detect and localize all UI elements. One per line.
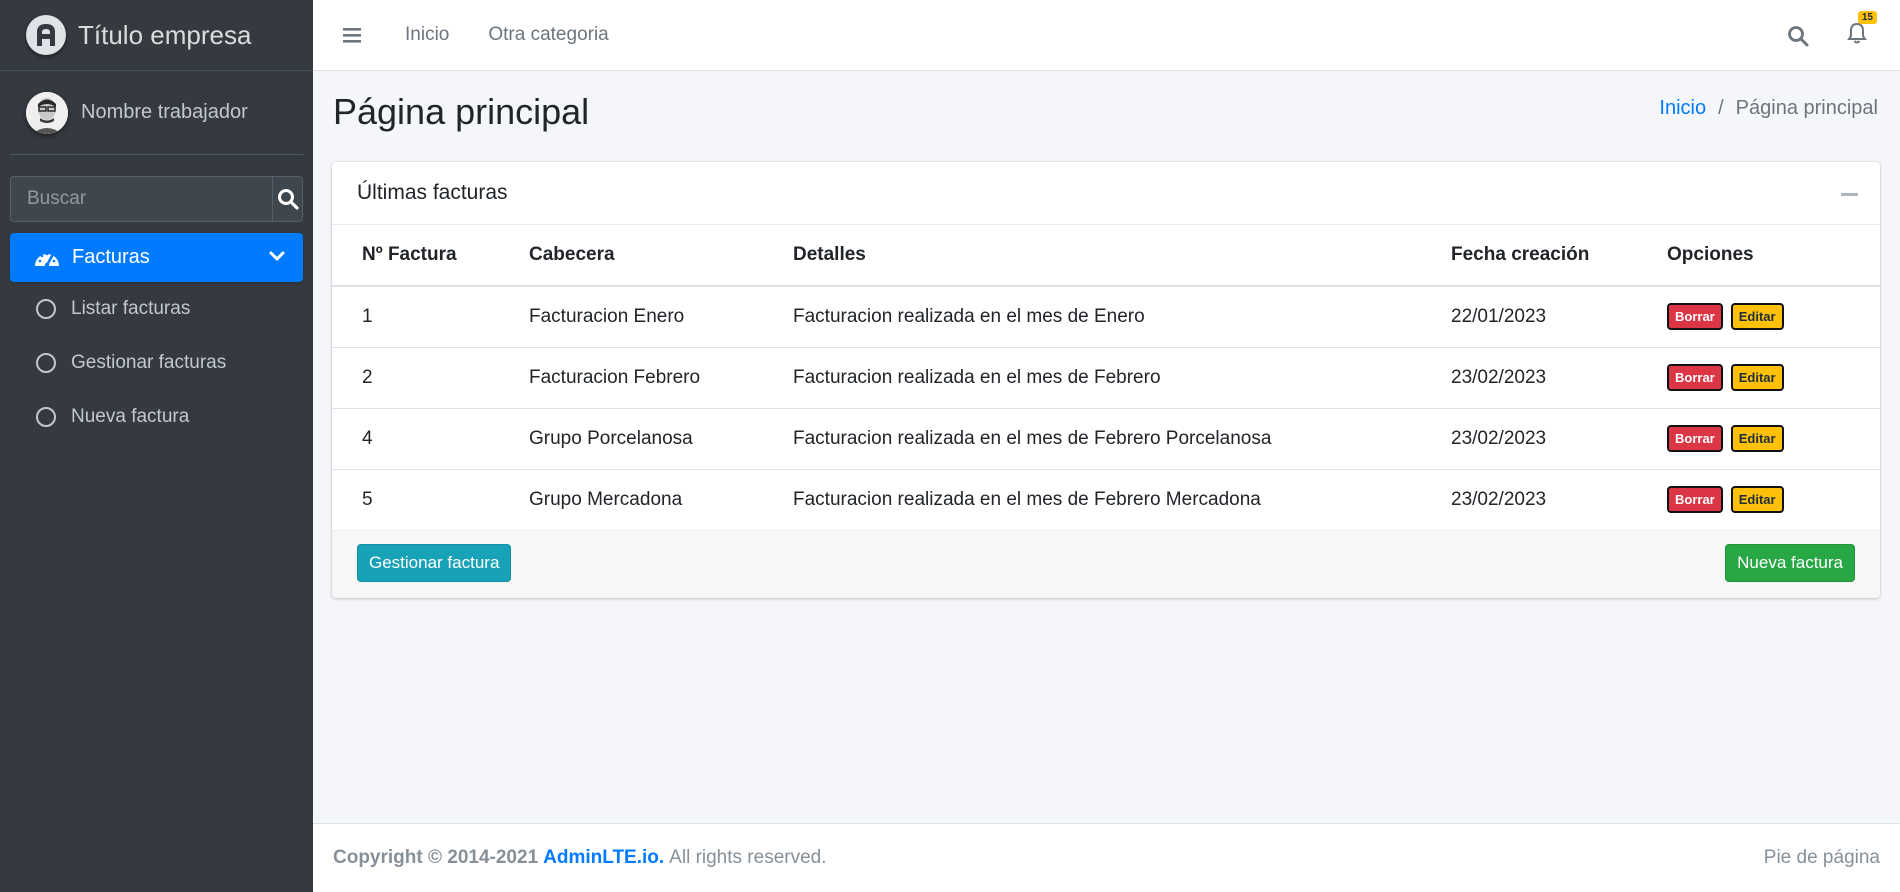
brand-link[interactable]: Título empresa (0, 0, 313, 71)
notification-badge: 15 (1857, 11, 1877, 24)
sidebar-item-nueva-factura[interactable]: Nueva factura (10, 390, 303, 444)
cell-fecha: 22/01/2023 (1451, 286, 1667, 348)
edit-button[interactable]: Editar (1730, 364, 1784, 391)
column-header-fecha: Fecha creación (1451, 225, 1667, 287)
table-row: 2 Facturacion Febrero Facturacion realiz… (332, 347, 1880, 409)
circle-icon (36, 353, 56, 373)
edit-button[interactable]: Editar (1730, 486, 1784, 514)
bell-icon (1847, 22, 1867, 44)
sidebar-item-label: Listar facturas (71, 298, 191, 319)
notifications-button[interactable]: 15 (1847, 11, 1877, 49)
breadcrumb-home-link[interactable]: Inicio (1659, 97, 1706, 120)
edit-button[interactable]: Editar (1730, 425, 1784, 452)
top-navbar: Inicio Otra categoria 15 (313, 0, 1900, 71)
cell-cabecera: Grupo Porcelanosa (529, 408, 793, 470)
cell-numero: 4 (332, 408, 529, 470)
table-row: 5 Grupo Mercadona Facturacion realizada … (332, 469, 1880, 530)
delete-button[interactable]: Borrar (1667, 303, 1723, 331)
cell-detalles: Facturacion realizada en el mes de Febre… (793, 408, 1451, 470)
brand-title: Título empresa (78, 19, 252, 50)
cell-numero: 2 (332, 347, 529, 409)
cell-numero: 1 (332, 286, 529, 348)
sidebar-item-gestionar-facturas[interactable]: Gestionar facturas (10, 336, 303, 390)
main-sidebar: Título empresa Nombre trabajador Buscar … (0, 0, 313, 892)
user-panel[interactable]: Nombre trabajador (10, 71, 303, 155)
cell-fecha: 23/02/2023 (1451, 488, 1547, 510)
table-header-row: Nº Factura Cabecera Detalles Fecha creac… (332, 225, 1880, 287)
user-avatar (26, 91, 68, 134)
cell-opciones: Borrar Editar (1667, 347, 1880, 409)
sidebar-item-facturas[interactable]: Facturas (10, 233, 303, 282)
navbar-right: 15 (1787, 0, 1900, 71)
adminlte-link[interactable]: AdminLTE.io. (543, 847, 664, 869)
cell-numero: 5 (362, 488, 373, 510)
page-title: Página principal (333, 91, 590, 132)
table-row: 4 Grupo Porcelanosa Facturacion realizad… (332, 408, 1880, 470)
delete-button[interactable]: Borrar (1667, 486, 1723, 514)
column-header-numero: Nº Factura (332, 225, 529, 287)
circle-icon (36, 407, 56, 427)
copyright-text: Copyright © 2014-2021 (333, 847, 539, 868)
footer-right-text: Pie de página (1763, 847, 1880, 868)
manage-invoice-button[interactable]: Gestionar factura (357, 544, 512, 582)
cell-fecha: 23/02/2023 (1451, 347, 1667, 409)
cell-detalles: Facturacion realizada en el mes de Febre… (793, 488, 1261, 510)
new-invoice-button[interactable]: Nueva factura (1725, 544, 1855, 582)
column-header-detalles: Detalles (793, 225, 1451, 287)
rights-text: All rights reserved. (669, 847, 827, 868)
nav-link-otra-categoria[interactable]: Otra categoria (488, 24, 608, 46)
edit-button[interactable]: Editar (1730, 303, 1784, 331)
sidebar-item-label: Gestionar facturas (71, 352, 227, 373)
sidebar-search-button[interactable] (272, 177, 302, 221)
invoices-card: Últimas facturas Nº Factura Cabecera Det… (332, 162, 1880, 598)
chevron-down-icon[interactable] (269, 248, 285, 264)
card-footer: Gestionar factura Nueva factura (332, 530, 1880, 598)
sidebar-item-listar-facturas[interactable]: Listar facturas (10, 282, 303, 336)
breadcrumb-separator: / (1718, 97, 1724, 119)
cell-opciones: Borrar Editar (1667, 408, 1880, 470)
card-header: Últimas facturas (332, 162, 1880, 225)
breadcrumb-current: Página principal (1735, 97, 1878, 119)
cell-detalles: Facturacion realizada en el mes de Febre… (793, 347, 1451, 409)
hamburger-menu-icon[interactable] (343, 26, 363, 44)
column-header-cabecera: Cabecera (529, 225, 793, 287)
cell-cabecera: Facturacion Febrero (529, 347, 793, 409)
breadcrumb: Inicio / Página principal (1659, 97, 1878, 120)
circle-icon (36, 299, 56, 319)
sidebar-item-label: Facturas (72, 246, 150, 268)
card-title: Últimas facturas (357, 181, 508, 204)
adminlte-logo-icon (26, 15, 66, 55)
tachometer-icon (35, 252, 59, 267)
column-header-opciones: Opciones (1667, 225, 1880, 287)
cell-cabecera: Grupo Mercadona (529, 488, 683, 510)
cell-cabecera: Facturacion Enero (529, 286, 793, 348)
main-footer: Copyright © 2014-2021 AdminLTE.io. All r… (313, 823, 1900, 892)
cell-detalles: Facturacion realizada en el mes de Enero (793, 286, 1451, 348)
cell-opciones: Borrar Editar (1667, 286, 1880, 348)
sidebar-search (10, 176, 303, 222)
delete-button[interactable]: Borrar (1667, 425, 1723, 452)
cell-fecha: 23/02/2023 (1451, 408, 1667, 470)
delete-button[interactable]: Borrar (1667, 364, 1723, 391)
nav-link-inicio[interactable]: Inicio (405, 24, 449, 46)
invoices-table: Nº Factura Cabecera Detalles Fecha creac… (332, 225, 1880, 530)
minus-icon[interactable] (1841, 193, 1858, 196)
sidebar-search-input[interactable] (11, 177, 272, 221)
table-row: 1 Facturacion Enero Facturacion realizad… (332, 286, 1880, 348)
search-icon (277, 189, 299, 210)
search-icon[interactable] (1787, 25, 1809, 47)
cell-opciones: Borrar Editar (1667, 469, 1880, 530)
sidebar-nav: Facturas Listar facturas Gestionar factu… (10, 233, 303, 444)
sidebar-item-label: Nueva factura (71, 406, 190, 427)
user-name[interactable]: Nombre trabajador (81, 101, 248, 124)
